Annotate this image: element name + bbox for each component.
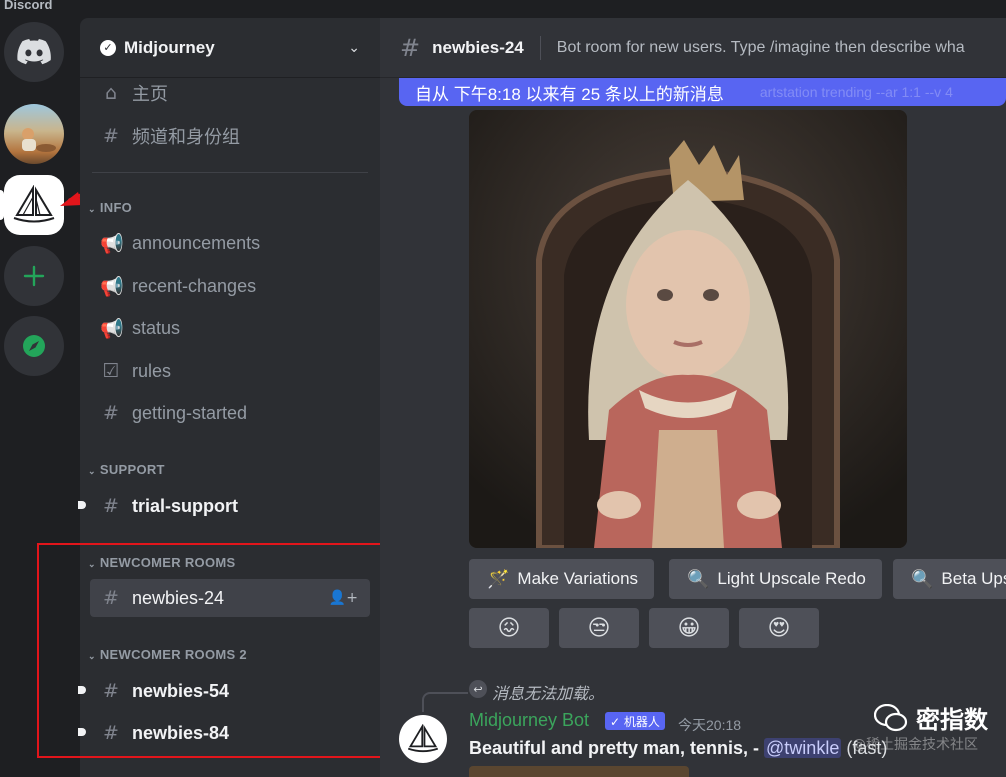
sidebar-item-label: 频道和身份组 <box>132 127 240 147</box>
channel-announcements[interactable]: 📢 announcements <box>90 224 370 262</box>
category-info[interactable]: ⌄ INFO <box>88 200 132 215</box>
avatar[interactable] <box>399 715 447 763</box>
megaphone-icon: 📢 <box>100 317 124 340</box>
server-icon-midjourney[interactable] <box>4 175 64 235</box>
sidebar-item-channels-roles[interactable]: # 频道和身份组 <box>90 117 370 155</box>
underlying-prompt-text: artstation trending --ar 1:1 --v 4 <box>759 84 953 100</box>
watermark-sub: @稀土掘金技术社区 <box>852 737 978 753</box>
reply-icon: ↩ <box>469 680 487 698</box>
discord-logo-icon <box>17 39 51 65</box>
channel-label: trial-support <box>132 495 238 516</box>
explore-servers-button[interactable] <box>4 316 64 376</box>
channel-status[interactable]: 📢 status <box>90 309 370 347</box>
confounded-face-icon: 😖 <box>497 615 521 641</box>
channel-title: newbies-24 <box>432 37 524 57</box>
channel-label: getting-started <box>132 402 248 423</box>
button-label: Light Upscale Redo <box>717 569 866 588</box>
unamused-face-icon: 😒 <box>587 615 611 641</box>
channel-rules[interactable]: ☑ rules <box>90 352 370 390</box>
compass-icon <box>23 335 45 357</box>
add-server-button[interactable] <box>4 246 64 306</box>
server-icon-photo[interactable] <box>4 104 64 164</box>
sidebar-item-home[interactable]: ⌂ 主页 <box>90 74 370 112</box>
category-support[interactable]: ⌄ SUPPORT <box>88 462 165 477</box>
message-content: Beautiful and pretty man, tennis, - @twi… <box>469 738 887 759</box>
heart-eyes-face-icon: 😍 <box>767 615 791 641</box>
sidebar-item-label: 主页 <box>132 84 168 104</box>
message-image-preview[interactable] <box>469 766 689 777</box>
home-icon: ⌂ <box>104 82 118 104</box>
hash-icon: # <box>103 495 119 517</box>
reaction-button-grinning[interactable]: 😀 <box>649 608 729 648</box>
hash-icon: # <box>103 402 119 424</box>
red-annotation-box <box>37 543 383 758</box>
hash-thread-icon: # <box>400 33 421 62</box>
magnifier-icon: 🔍 <box>911 568 934 589</box>
button-label: Beta Ups <box>941 569 1006 588</box>
magnifier-icon: 🔍 <box>687 568 710 589</box>
channel-label: recent-changes <box>132 275 257 296</box>
beach-child-image <box>22 128 56 152</box>
watermark-text: 密指数 <box>916 706 988 734</box>
channel-label: announcements <box>132 232 261 253</box>
generated-image[interactable] <box>469 110 907 548</box>
verified-badge-icon: ✓ <box>100 39 116 56</box>
new-messages-bar[interactable]: 自从 下午8:18 以来有 25 条以上的新消息 artstation tren… <box>399 78 1006 106</box>
channel-trial-support[interactable]: # trial-support <box>78 487 370 525</box>
channel-label: status <box>132 317 181 338</box>
channels-roles-icon: # <box>103 125 119 147</box>
wechat-icon <box>874 703 908 731</box>
category-label: SUPPORT <box>99 462 165 477</box>
grinning-face-icon: 😀 <box>677 615 701 641</box>
reaction-button-unamused[interactable]: 😒 <box>559 608 639 648</box>
midjourney-sailboat-icon <box>13 185 55 223</box>
channel-recent-changes[interactable]: 📢 recent-changes <box>90 267 370 305</box>
megaphone-icon: 📢 <box>100 275 124 298</box>
user-mention[interactable]: @twinkle <box>764 738 842 758</box>
channel-topic[interactable]: Bot room for new users. Type /imagine th… <box>557 39 965 57</box>
chevron-down-icon: ⌄ <box>348 39 360 56</box>
app-wordmark: Discord <box>4 0 53 12</box>
light-upscale-redo-button[interactable]: 🔍 Light Upscale Redo <box>669 559 882 599</box>
message-author[interactable]: Midjourney Bot <box>469 710 589 731</box>
channel-getting-started[interactable]: # getting-started <box>90 394 370 432</box>
midjourney-sailboat-icon <box>407 724 439 753</box>
divider <box>92 172 368 173</box>
girl-on-throne-image <box>469 110 907 548</box>
watermark: 密指数 <box>874 700 988 735</box>
message-timestamp: 今天20:18 <box>678 717 742 733</box>
message-text: Beautiful and pretty man, tennis, - <box>469 738 765 758</box>
chat-area: # newbies-24 Bot room for new users. Typ… <box>380 18 1006 777</box>
channel-header: # newbies-24 Bot room for new users. Typ… <box>380 18 1006 78</box>
reaction-button-heart-eyes[interactable]: 😍 <box>739 608 819 648</box>
channel-label: rules <box>132 360 172 381</box>
megaphone-icon: 📢 <box>100 232 124 255</box>
make-variations-button[interactable]: 🪄 Make Variations <box>469 559 655 599</box>
reply-connector <box>422 692 468 712</box>
home-button[interactable] <box>4 22 64 82</box>
server-name: Midjourney <box>124 37 215 57</box>
bot-badge: ✓ 机器人 <box>605 712 665 730</box>
chevron-down-icon: ⌄ <box>88 204 96 214</box>
plus-icon <box>23 265 45 287</box>
unread-indicator <box>78 501 86 509</box>
magic-wand-icon: 🪄 <box>487 568 510 589</box>
beta-upscale-button[interactable]: 🔍 Beta Ups <box>893 559 1006 599</box>
divider <box>539 35 541 60</box>
category-label: INFO <box>99 200 133 215</box>
server-header[interactable]: ✓ Midjourney ⌄ <box>80 18 380 78</box>
reaction-button-confounded[interactable]: 😖 <box>469 608 549 648</box>
reply-preview[interactable]: 消息无法加载。 <box>492 680 604 704</box>
checkbox-icon: ☑ <box>102 360 120 382</box>
chevron-down-icon: ⌄ <box>88 466 96 476</box>
new-messages-text: 自从 下午8:18 以来有 25 条以上的新消息 <box>415 84 724 104</box>
button-label: Make Variations <box>517 569 639 588</box>
